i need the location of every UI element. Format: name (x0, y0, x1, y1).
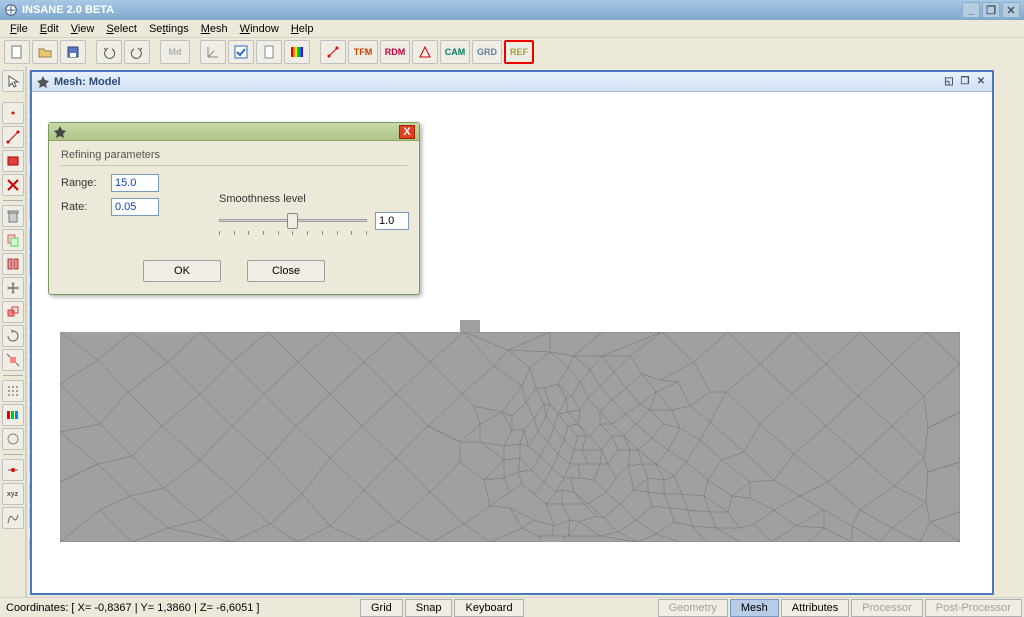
node-tool[interactable] (2, 459, 24, 481)
menu-settings[interactable]: Settings (143, 21, 195, 37)
close-button[interactable]: ✕ (1002, 2, 1020, 18)
menu-edit[interactable]: Edit (34, 21, 65, 37)
flip-tool[interactable] (2, 253, 24, 275)
keyboard-toggle[interactable]: Keyboard (454, 599, 523, 617)
subwindow-title: Mesh: Model (54, 76, 121, 88)
transform-tool[interactable] (2, 301, 24, 323)
axis-button[interactable] (200, 40, 226, 64)
menu-window[interactable]: Window (234, 21, 285, 37)
subwindow-titlebar[interactable]: Mesh: Model ◱ ❐ ✕ (32, 72, 992, 92)
undo-button[interactable] (96, 40, 122, 64)
grid-toggle[interactable]: Grid (360, 599, 403, 617)
move-tool[interactable] (2, 277, 24, 299)
app-title: INSANE 2.0 BETA (22, 4, 114, 16)
slider-thumb[interactable] (287, 213, 298, 229)
rdm-button[interactable]: RDM (380, 40, 410, 64)
ref-button[interactable]: REF (504, 40, 534, 64)
save-button[interactable] (60, 40, 86, 64)
xyz-tool[interactable]: xyz (2, 483, 24, 505)
main-toolbar: Md TFM RDM CAM GRD REF (0, 38, 1024, 66)
palette-tool[interactable] (2, 404, 24, 426)
subwindow-icon (36, 75, 50, 89)
mesh-notch (460, 320, 480, 332)
mesh-canvas-area[interactable]: X Refining parameters Range: Rate: Smoot… (32, 92, 992, 593)
scale-tool[interactable] (2, 349, 24, 371)
grid-tool[interactable] (2, 380, 24, 402)
rate-label: Rate: (61, 201, 111, 213)
app-icon (4, 3, 18, 17)
dialog-icon (53, 125, 67, 139)
spectrum-button[interactable] (284, 40, 310, 64)
dialog-section-label: Refining parameters (61, 149, 407, 161)
check-button[interactable] (228, 40, 254, 64)
line-red-button[interactable] (320, 40, 346, 64)
mesh-display (60, 332, 960, 542)
ok-button[interactable]: OK (143, 260, 221, 282)
pointer-tool[interactable] (2, 70, 24, 92)
menu-select[interactable]: Select (100, 21, 143, 37)
processor-mode[interactable]: Processor (851, 599, 923, 617)
point-tool[interactable] (2, 102, 24, 124)
sub-close-button[interactable]: ✕ (974, 75, 988, 89)
rate-input[interactable] (111, 198, 159, 216)
grd-button[interactable]: GRD (472, 40, 502, 64)
cross-tool[interactable] (2, 174, 24, 196)
open-button[interactable] (32, 40, 58, 64)
dialog-titlebar[interactable]: X (49, 123, 419, 141)
mesh-subwindow: Mesh: Model ◱ ❐ ✕ (30, 70, 994, 595)
attributes-mode[interactable]: Attributes (781, 599, 849, 617)
line-tool[interactable] (2, 126, 24, 148)
coordinates-display: Coordinates: [ X= -0,8367 | Y= 1,3860 | … (0, 602, 360, 614)
smoothness-value[interactable] (375, 212, 409, 230)
rect-tool[interactable] (2, 150, 24, 172)
sub-min-button[interactable]: ◱ (942, 75, 956, 89)
page-button[interactable] (256, 40, 282, 64)
left-toolbar: xyz (0, 66, 26, 597)
status-bar: Coordinates: [ X= -0,8367 | Y= 1,3860 | … (0, 597, 1024, 617)
range-label: Range: (61, 177, 111, 189)
triangle-button[interactable] (412, 40, 438, 64)
dialog-close-button[interactable]: X (399, 125, 415, 139)
path-tool[interactable] (2, 507, 24, 529)
maximize-button[interactable]: ❐ (982, 2, 1000, 18)
postprocessor-mode[interactable]: Post-Processor (925, 599, 1022, 617)
menu-view[interactable]: View (65, 21, 101, 37)
dialog-close-btn[interactable]: Close (247, 260, 325, 282)
tfm-button[interactable]: TFM (348, 40, 378, 64)
menu-help[interactable]: Help (285, 21, 320, 37)
redo-button[interactable] (124, 40, 150, 64)
snap-toggle[interactable]: Snap (405, 599, 453, 617)
circle-tool[interactable] (2, 428, 24, 450)
mesh-mode[interactable]: Mesh (730, 599, 779, 617)
menu-file[interactable]: File (4, 21, 34, 37)
menu-mesh[interactable]: Mesh (195, 21, 234, 37)
menu-bar: File Edit View Select Settings Mesh Wind… (0, 20, 1024, 38)
smoothness-label: Smoothness level (219, 193, 409, 205)
copy-tool[interactable] (2, 229, 24, 251)
range-input[interactable] (111, 174, 159, 192)
delete-tool[interactable] (2, 205, 24, 227)
md-button[interactable]: Md (160, 40, 190, 64)
rotate-tool[interactable] (2, 325, 24, 347)
smoothness-slider[interactable] (219, 211, 367, 231)
cam-button[interactable]: CAM (440, 40, 470, 64)
minimize-button[interactable]: _ (962, 2, 980, 18)
geometry-mode[interactable]: Geometry (658, 599, 728, 617)
sub-max-button[interactable]: ❐ (958, 75, 972, 89)
new-button[interactable] (4, 40, 30, 64)
window-titlebar: INSANE 2.0 BETA _ ❐ ✕ (0, 0, 1024, 20)
refining-dialog: X Refining parameters Range: Rate: Smoot… (48, 122, 420, 295)
